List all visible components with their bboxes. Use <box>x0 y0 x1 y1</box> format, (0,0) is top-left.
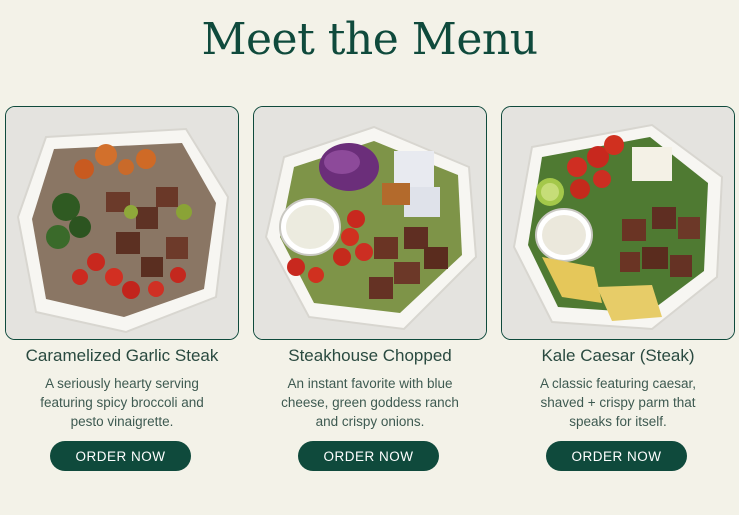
menu-item-description: A classic featuring caesar, shaved + cri… <box>539 376 697 429</box>
menu-item-description: An instant favorite with blue cheese, gr… <box>281 376 459 429</box>
order-now-button[interactable]: ORDER NOW <box>50 441 191 471</box>
menu-item-description: A seriously hearty serving featuring spi… <box>40 376 204 429</box>
dish-photo[interactable] <box>5 106 239 340</box>
order-now-button[interactable]: ORDER NOW <box>546 441 687 471</box>
menu-item-name: Steakhouse Chopped <box>288 346 452 365</box>
dish-photo[interactable] <box>501 106 735 340</box>
page-title: Meet the Menu <box>201 14 538 65</box>
menu-card-caramelized-garlic-steak: Caramelized Garlic Steak A seriously hea… <box>5 106 239 471</box>
order-now-button[interactable]: ORDER NOW <box>298 441 439 471</box>
menu-card-kale-caesar-steak: Kale Caesar (Steak) A classic featuring … <box>501 106 735 471</box>
menu-card-steakhouse-chopped: Steakhouse Chopped An instant favorite w… <box>253 106 487 471</box>
menu-item-name: Kale Caesar (Steak) <box>541 346 695 365</box>
dish-photo[interactable] <box>253 106 487 340</box>
menu-item-name: Caramelized Garlic Steak <box>25 346 219 365</box>
